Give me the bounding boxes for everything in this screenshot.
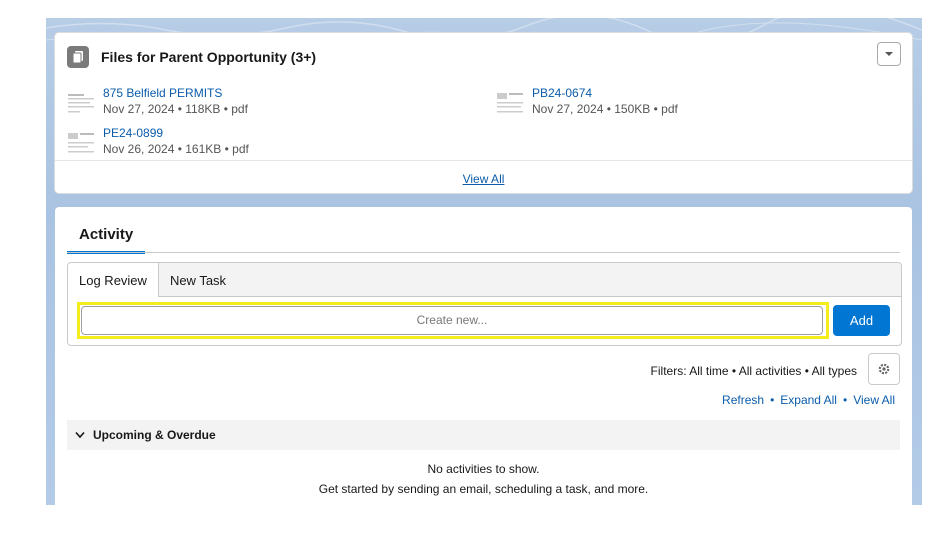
- upcoming-overdue-section[interactable]: Upcoming & Overdue: [67, 420, 900, 450]
- gear-icon: [878, 363, 890, 375]
- file-item[interactable]: PE24-0899 Nov 26, 2024 • 161KB • pdf: [67, 126, 249, 158]
- files-card-title[interactable]: Files for Parent Opportunity (3+): [101, 49, 316, 65]
- file-meta: Nov 27, 2024 • 150KB • pdf: [532, 102, 678, 116]
- file-link[interactable]: 875 Belfield PERMITS: [103, 86, 248, 101]
- pdf-thumbnail-icon: [496, 92, 524, 116]
- files-card-header: Files for Parent Opportunity (3+): [67, 45, 316, 69]
- files-card: Files for Parent Opportunity (3+) 875 Be…: [55, 33, 912, 193]
- empty-state-subtitle: Get started by sending an email, schedul…: [318, 482, 649, 496]
- tab-log-review[interactable]: Log Review: [68, 263, 159, 297]
- empty-state-title: No activities to show.: [427, 462, 540, 476]
- add-button[interactable]: Add: [833, 305, 890, 336]
- activity-tab-divider: [67, 252, 900, 253]
- activity-view-all-link[interactable]: View All: [853, 393, 895, 407]
- expand-all-link[interactable]: Expand All: [780, 393, 837, 407]
- activity-card: Activity Log Review New Task Create new.…: [55, 207, 912, 505]
- file-link[interactable]: PB24-0674: [532, 86, 678, 101]
- chevron-down-icon: [885, 52, 893, 56]
- filter-settings-button[interactable]: [868, 353, 900, 385]
- section-title: Upcoming & Overdue: [93, 428, 216, 442]
- activity-composer: Log Review New Task Create new... Add: [67, 262, 902, 346]
- file-copy-icon: [67, 46, 89, 68]
- tab-new-task[interactable]: New Task: [159, 263, 237, 296]
- file-link[interactable]: PE24-0899: [103, 126, 249, 141]
- file-meta: Nov 27, 2024 • 118KB • pdf: [103, 102, 248, 116]
- filters-summary: Filters: All time • All activities • All…: [650, 364, 857, 378]
- create-new-input[interactable]: Create new...: [81, 306, 823, 335]
- files-card-footer: View All: [55, 160, 912, 194]
- composer-tabs: Log Review New Task: [68, 263, 901, 297]
- tab-activity[interactable]: Activity: [67, 226, 146, 254]
- file-meta: Nov 26, 2024 • 161KB • pdf: [103, 142, 249, 156]
- pdf-thumbnail-icon: [67, 92, 95, 116]
- chevron-down-icon: [75, 431, 85, 439]
- files-view-all-link[interactable]: View All: [463, 172, 505, 186]
- refresh-link[interactable]: Refresh: [722, 393, 764, 407]
- pdf-thumbnail-icon: [67, 132, 95, 156]
- files-menu-button[interactable]: [877, 42, 901, 66]
- activity-links: Refresh • Expand All • View All: [722, 393, 895, 407]
- file-item[interactable]: PB24-0674 Nov 27, 2024 • 150KB • pdf: [496, 86, 678, 118]
- file-item[interactable]: 875 Belfield PERMITS Nov 27, 2024 • 118K…: [67, 86, 248, 118]
